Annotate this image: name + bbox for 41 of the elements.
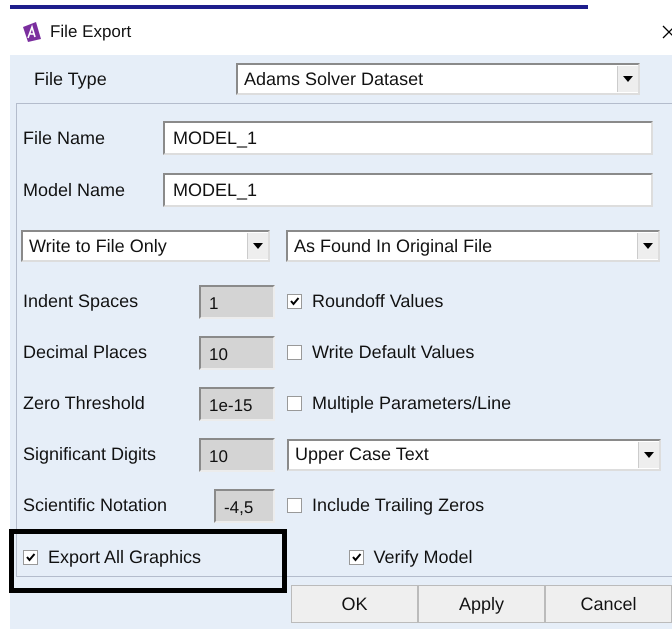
caret-icon [623, 76, 633, 82]
input-field[interactable]: 10 [199, 336, 275, 370]
checkbox-label: Verify Model [374, 546, 473, 568]
field-label: File Type [34, 68, 108, 90]
field-label: Scientific Notation [23, 495, 168, 516]
checkbox[interactable] [287, 294, 302, 309]
window-title: File Export [50, 22, 132, 42]
checkbox-label: Include Trailing Zeros [312, 495, 484, 516]
checkbox[interactable] [287, 396, 302, 411]
input-field[interactable]: 1e-15 [199, 386, 275, 420]
input-field[interactable]: MODEL_1 [163, 121, 653, 155]
checkbox[interactable] [287, 498, 302, 513]
dropdown[interactable]: Adams Solver Dataset [236, 63, 640, 95]
checkbox[interactable] [348, 550, 364, 564]
dropdown[interactable]: As Found In Original File [286, 230, 660, 262]
caret-icon [643, 243, 653, 249]
dropdown[interactable]: Write to File Only [21, 230, 270, 262]
field-label: Zero Threshold [23, 393, 145, 414]
input-field[interactable]: 10 [199, 438, 275, 472]
field-label: Indent Spaces [23, 291, 138, 312]
field-label: Decimal Places [23, 342, 148, 363]
caret-icon [253, 243, 263, 249]
dialog-button[interactable]: Apply [418, 585, 545, 623]
checkbox[interactable] [287, 345, 302, 360]
input-field[interactable]: 1 [199, 284, 275, 318]
dialog-button[interactable]: Cancel [545, 585, 672, 623]
field-label: File Name [22, 128, 106, 148]
input-field[interactable]: -4,5 [214, 488, 275, 522]
caret-icon [644, 452, 654, 458]
checkbox-label: Export All Graphics [48, 546, 202, 568]
checkbox-label: Roundoff Values [312, 291, 444, 312]
checkbox[interactable] [23, 550, 38, 564]
close-icon [662, 25, 672, 39]
checkbox-label: Write Default Values [312, 342, 474, 363]
checkbox-label: Multiple Parameters/Line [312, 393, 512, 414]
dialog-button[interactable]: OK [291, 585, 418, 623]
dropdown[interactable]: Upper Case Text [287, 438, 661, 470]
field-label: Model Name [22, 180, 126, 200]
input-field[interactable]: MODEL_1 [163, 173, 653, 207]
app-logo-icon [20, 21, 42, 43]
field-label: Significant Digits [23, 444, 156, 465]
